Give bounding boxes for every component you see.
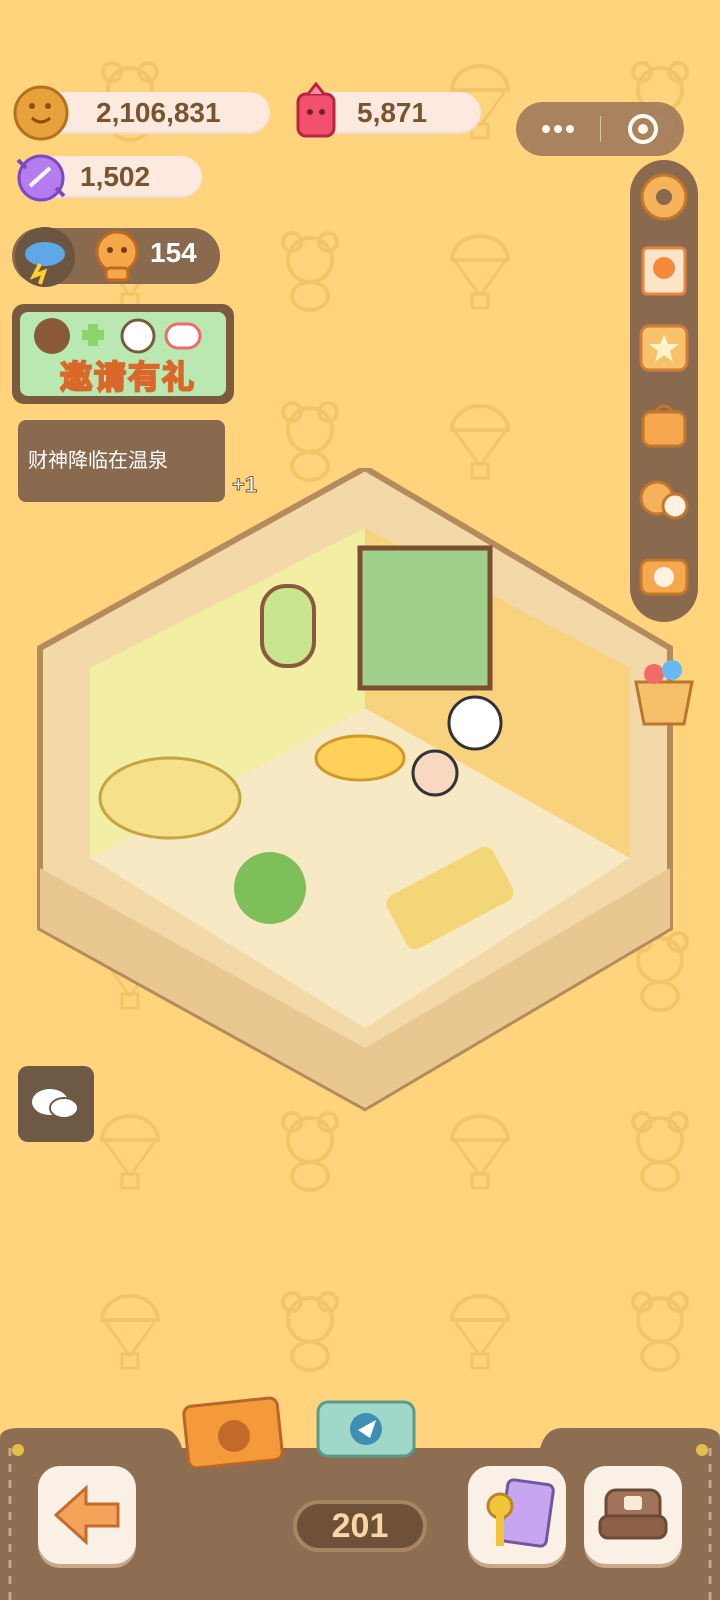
sofa-icon (598, 1488, 668, 1540)
room-girl (411, 749, 459, 797)
bear-token-icon (95, 230, 139, 282)
red-gem-icon (296, 82, 336, 138)
more-menu-button[interactable] (516, 102, 600, 156)
candies-value: 1,502 (80, 161, 151, 192)
room-window (260, 584, 316, 668)
invite-banner-label: 邀请有礼 (59, 358, 197, 396)
send-camera-icon[interactable] (312, 1396, 422, 1458)
coins-value: 2,106,831 (96, 97, 221, 128)
gems-value: 5,871 (357, 97, 428, 128)
level-value: 201 (331, 1507, 389, 1545)
more-dots-icon (542, 125, 574, 133)
room-curtain-window (357, 545, 493, 691)
stamp-card-icon[interactable] (637, 244, 691, 298)
room-table (314, 734, 406, 782)
backpack-icon[interactable] (637, 398, 691, 452)
weather-points-value: 154 (150, 237, 197, 268)
keys-card-button[interactable] (468, 1466, 566, 1564)
invite-banner[interactable]: 邀请有礼 (12, 304, 234, 404)
room-orange-tree (234, 852, 306, 924)
back-button[interactable] (38, 1466, 136, 1564)
gear-icon[interactable] (637, 170, 691, 224)
chat-icon (32, 1089, 79, 1119)
close-miniprogram-button[interactable] (601, 102, 684, 156)
miniprogram-capsule (516, 102, 684, 156)
gift-basket-icon[interactable] (628, 652, 700, 732)
purple-candy-icon (16, 154, 66, 202)
chat-button[interactable] (18, 1066, 94, 1142)
room-scene[interactable] (30, 468, 700, 1128)
star-shop-icon[interactable] (637, 320, 691, 374)
furniture-button[interactable] (584, 1466, 682, 1564)
diary-book-icon[interactable] (180, 1396, 290, 1468)
room-bed (98, 756, 242, 840)
target-close-icon (628, 114, 658, 144)
back-arrow-icon (53, 1484, 120, 1546)
cookie-coin-icon (13, 85, 69, 141)
keys-card-icon (486, 1478, 555, 1548)
storm-cloud-icon[interactable] (14, 226, 76, 288)
level-badge[interactable]: 201 (293, 1500, 427, 1552)
room-panda (447, 695, 503, 751)
